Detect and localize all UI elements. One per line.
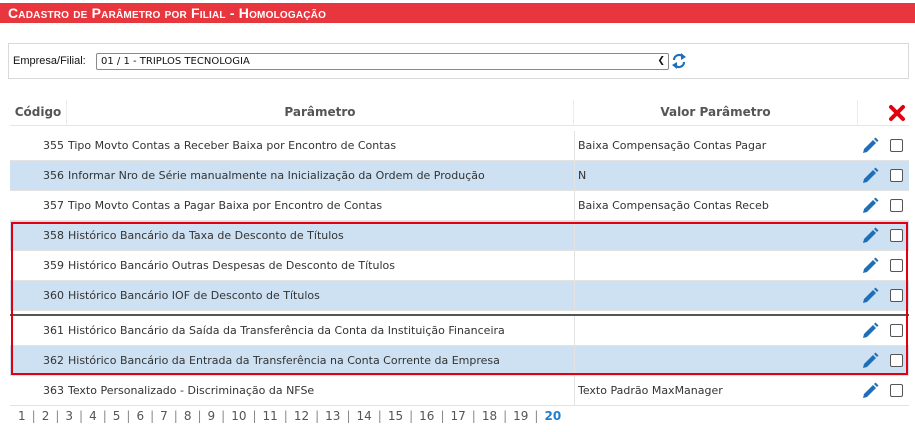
table-row[interactable]: 363 Texto Personalizado - Discriminação d… xyxy=(10,376,909,406)
page-link[interactable]: 20 xyxy=(540,409,565,423)
page-separator: | xyxy=(173,409,178,423)
row-value: N xyxy=(574,161,858,190)
pencil-edit-icon[interactable] xyxy=(862,167,879,184)
chevron-down-icon: ❮ xyxy=(657,56,665,66)
page-link[interactable]: 7 xyxy=(156,409,172,423)
row-checkbox-cell xyxy=(887,131,907,160)
page-link[interactable]: 1 xyxy=(14,409,30,423)
pencil-edit-icon[interactable] xyxy=(862,197,879,214)
page-separator: | xyxy=(79,409,84,423)
row-checkbox-cell xyxy=(887,191,907,220)
page-link[interactable]: 4 xyxy=(85,409,101,423)
page-link[interactable]: 14 xyxy=(353,409,376,423)
page-separator: | xyxy=(440,409,445,423)
page-link[interactable]: 6 xyxy=(132,409,148,423)
row-checkbox-cell xyxy=(887,376,907,405)
page-separator: | xyxy=(534,409,539,423)
empresa-filial-select[interactable]: 01 / 1 - TRIPLOS TECNOLOGIA ❮ xyxy=(96,53,669,70)
row-param: Tipo Movto Contas a Receber Baixa por En… xyxy=(68,139,397,152)
page-separator: | xyxy=(283,409,288,423)
page-title: Cadastro de Parâmetro por Filial - Homol… xyxy=(0,3,915,23)
page-link[interactable]: 17 xyxy=(446,409,469,423)
page-link[interactable]: 3 xyxy=(61,409,77,423)
edit-button[interactable] xyxy=(859,191,883,220)
page-separator: | xyxy=(150,409,155,423)
row-checkbox-cell xyxy=(887,161,907,190)
table-header: Código Parâmetro Valor Parâmetro xyxy=(10,100,909,126)
page-link[interactable]: 2 xyxy=(38,409,54,423)
header-code[interactable]: Código xyxy=(10,100,67,126)
row-value: Baixa Compensação Contas Pagar xyxy=(574,131,858,160)
page-link[interactable]: 18 xyxy=(478,409,501,423)
page-link[interactable]: 12 xyxy=(290,409,313,423)
page-separator: | xyxy=(31,409,36,423)
page-link[interactable]: 9 xyxy=(204,409,220,423)
page-link[interactable]: 13 xyxy=(321,409,344,423)
row-value: Baixa Compensação Contas Receb xyxy=(574,191,858,220)
row-param: Texto Personalizado - Discriminação da N… xyxy=(68,384,315,397)
row-code: 357 xyxy=(43,199,64,212)
page-link[interactable]: 5 xyxy=(109,409,125,423)
header-param[interactable]: Parâmetro xyxy=(67,100,574,126)
page-separator: | xyxy=(102,409,107,423)
page-separator: | xyxy=(377,409,382,423)
page-separator: | xyxy=(126,409,131,423)
edit-button[interactable] xyxy=(859,131,883,160)
row-checkbox[interactable] xyxy=(890,169,903,182)
edit-button[interactable] xyxy=(859,376,883,405)
row-param: Informar Nro de Série manualmente na Ini… xyxy=(68,169,485,182)
page-link[interactable]: 16 xyxy=(415,409,438,423)
filter-panel: Empresa/Filial: 01 / 1 - TRIPLOS TECNOLO… xyxy=(8,43,909,79)
edit-button[interactable] xyxy=(859,161,883,190)
page-link[interactable]: 19 xyxy=(509,409,532,423)
row-code: 356 xyxy=(43,169,64,182)
page-separator: | xyxy=(55,409,60,423)
page-link[interactable]: 11 xyxy=(259,409,282,423)
page-separator: | xyxy=(503,409,508,423)
row-checkbox[interactable] xyxy=(890,139,903,152)
table-row[interactable]: 356 Informar Nro de Série manualmente na … xyxy=(10,161,909,191)
row-code: 363 xyxy=(43,384,64,397)
page-separator: | xyxy=(197,409,202,423)
page-link[interactable]: 8 xyxy=(180,409,196,423)
page-link[interactable]: 10 xyxy=(227,409,250,423)
refresh-icon[interactable] xyxy=(671,51,687,71)
row-checkbox[interactable] xyxy=(890,384,903,397)
page-separator: | xyxy=(315,409,320,423)
page-separator: | xyxy=(221,409,226,423)
pencil-edit-icon[interactable] xyxy=(862,137,879,154)
row-value: Texto Padrão MaxManager xyxy=(574,376,858,405)
header-value[interactable]: Valor Parâmetro xyxy=(574,100,858,126)
empresa-filial-selected-value: 01 / 1 - TRIPLOS TECNOLOGIA xyxy=(101,56,250,67)
page-separator: | xyxy=(471,409,476,423)
page-separator: | xyxy=(346,409,351,423)
page-separator: | xyxy=(409,409,414,423)
highlight-box xyxy=(11,222,908,375)
delete-x-icon[interactable] xyxy=(888,104,906,122)
row-checkbox[interactable] xyxy=(890,199,903,212)
row-code: 355 xyxy=(43,139,64,152)
table-row[interactable]: 357 Tipo Movto Contas a Pagar Baixa por E… xyxy=(10,191,909,221)
page-separator: | xyxy=(252,409,257,423)
pencil-edit-icon[interactable] xyxy=(862,382,879,399)
pagination: 1 | 2 | 3 | 4 | 5 | 6 | 7 | 8 | 9 | 10 | 11 | 12 | 13 | 14 | 15 | 16 | 1… xyxy=(14,409,567,427)
table-row[interactable]: 355 Tipo Movto Contas a Receber Baixa por… xyxy=(10,131,909,161)
page-link[interactable]: 15 xyxy=(384,409,407,423)
empresa-filial-label: Empresa/Filial: xyxy=(13,55,86,67)
row-param: Tipo Movto Contas a Pagar Baixa por Enco… xyxy=(68,199,383,212)
